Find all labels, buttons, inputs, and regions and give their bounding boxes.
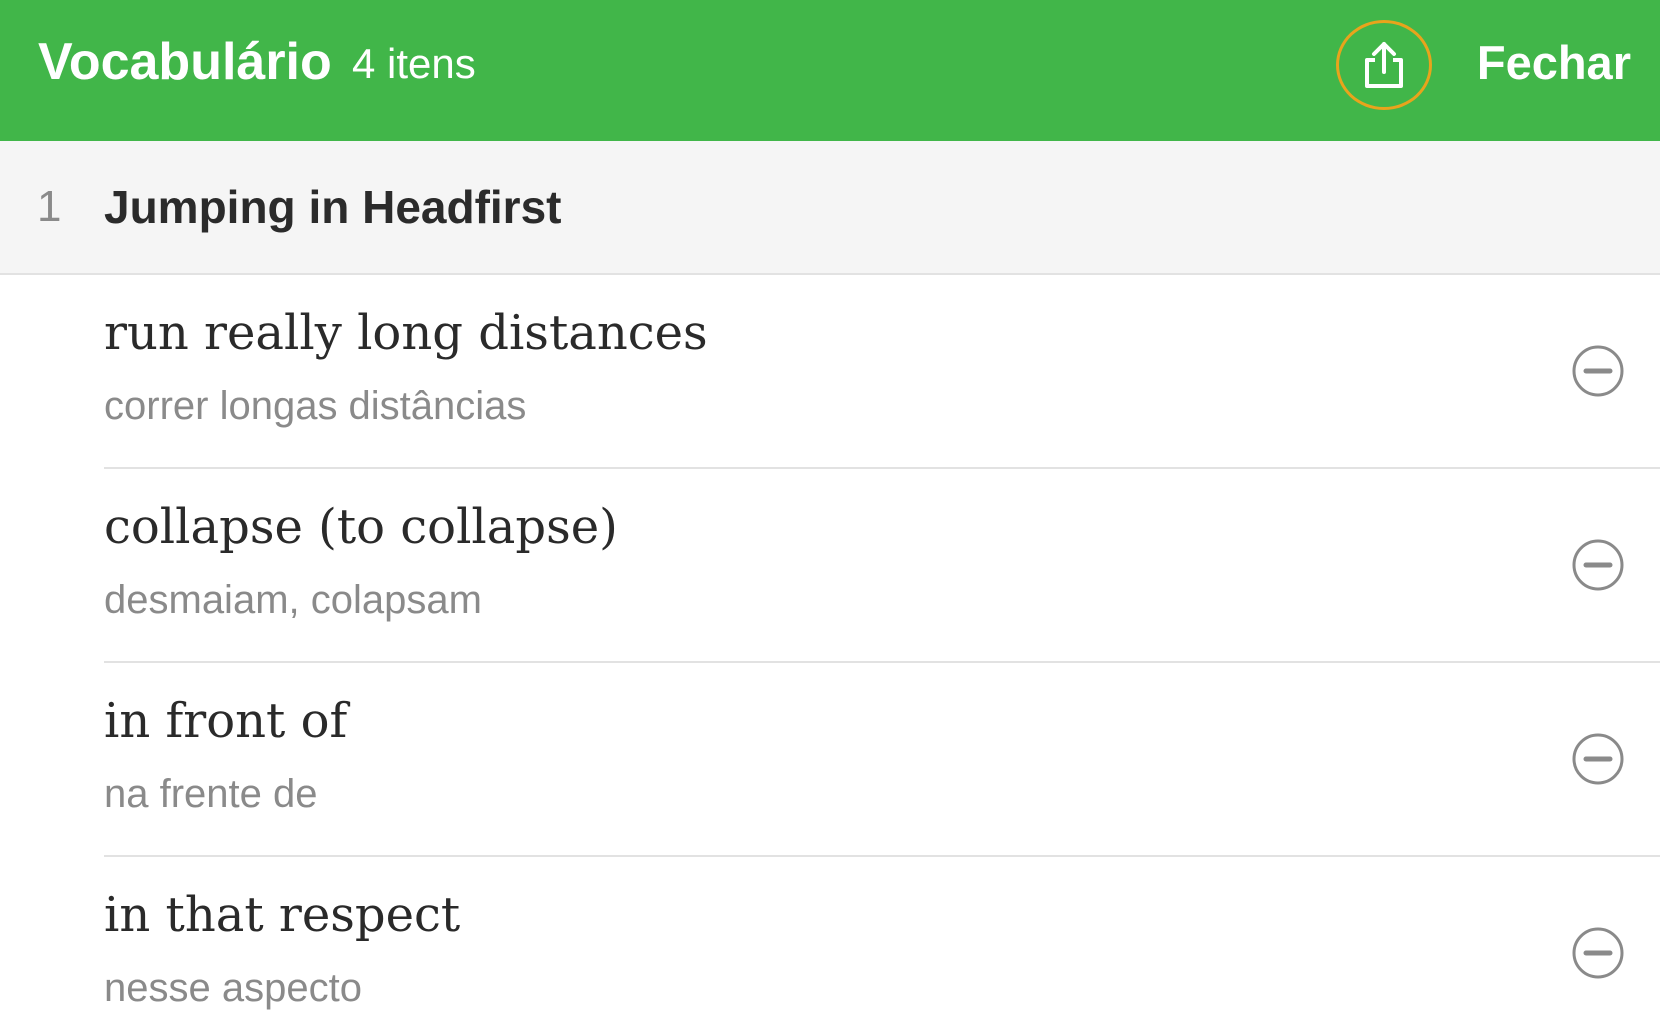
item-count: 4 itens	[352, 40, 476, 87]
vocab-term: collapse (to collapse)	[104, 499, 618, 555]
header-bar: Vocabulário 4 itens Fechar	[0, 0, 1660, 141]
vocab-term: in that respect	[104, 887, 461, 943]
minus-circle-icon	[1572, 927, 1624, 979]
close-button[interactable]: Fechar	[1477, 34, 1631, 92]
minus-circle-icon	[1572, 733, 1624, 785]
lesson-title: Jumping in Headfirst	[104, 181, 562, 233]
vocab-translation: na frente de	[104, 772, 318, 816]
minus-circle-icon	[1572, 539, 1624, 591]
remove-item-button[interactable]	[1570, 731, 1626, 787]
list-item[interactable]: in that respect nesse aspecto	[104, 857, 1660, 1036]
remove-item-button[interactable]	[1570, 537, 1626, 593]
lesson-section-header: 1 Jumping in Headfirst	[0, 141, 1660, 275]
list-item[interactable]: in front of na frente de	[104, 663, 1660, 857]
lesson-number: 1	[37, 182, 62, 231]
vocabulary-list: run really long distances correr longas …	[0, 275, 1660, 1036]
share-icon	[1365, 42, 1403, 88]
vocab-translation: nesse aspecto	[104, 966, 362, 1010]
page-title: Vocabulário	[38, 33, 332, 91]
vocab-term: in front of	[104, 693, 348, 749]
remove-item-button[interactable]	[1570, 343, 1626, 399]
list-item[interactable]: run really long distances correr longas …	[104, 275, 1660, 469]
share-button[interactable]	[1336, 20, 1432, 110]
vocab-translation: correr longas distâncias	[104, 384, 527, 428]
vocabulary-screen: Vocabulário 4 itens Fechar 1 Jumping in …	[0, 0, 1660, 1036]
minus-circle-icon	[1572, 345, 1624, 397]
remove-item-button[interactable]	[1570, 925, 1626, 981]
vocab-translation: desmaiam, colapsam	[104, 578, 482, 622]
vocab-term: run really long distances	[104, 305, 708, 361]
list-item[interactable]: collapse (to collapse) desmaiam, colapsa…	[104, 469, 1660, 663]
